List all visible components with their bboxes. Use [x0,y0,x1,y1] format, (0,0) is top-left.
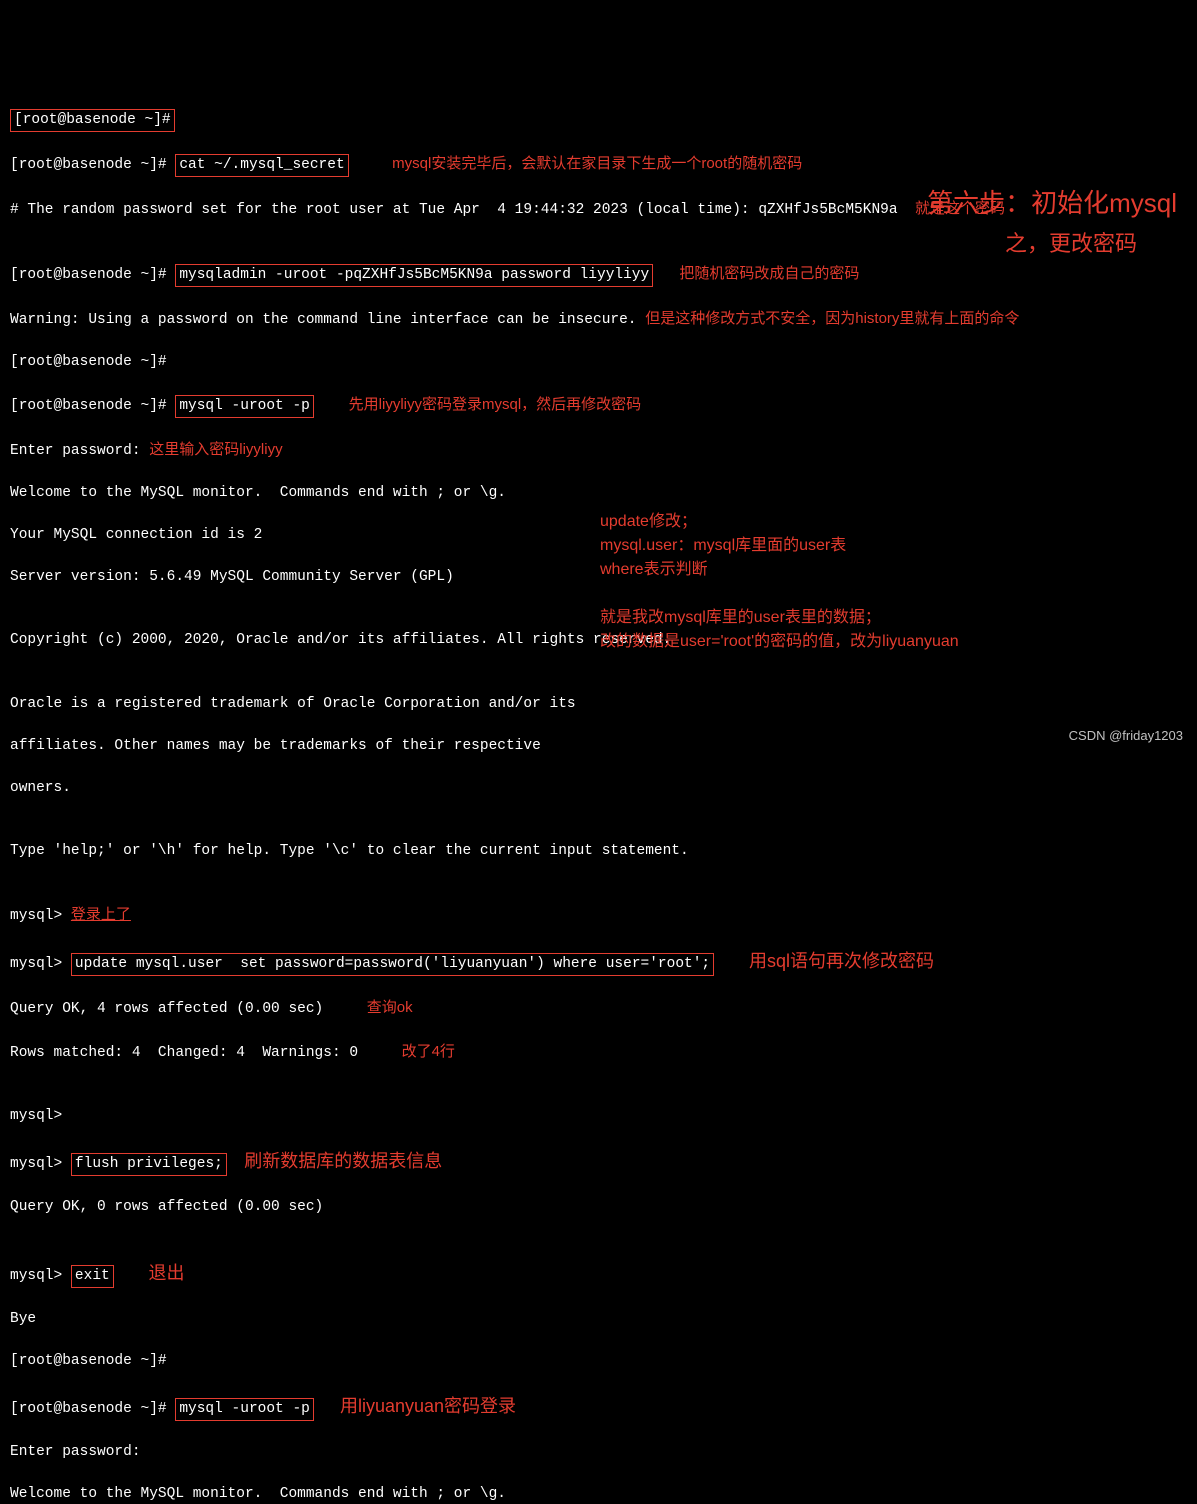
boxed-prompt: [root@basenode ~]# [10,109,175,132]
boxed-cmd: cat ~/.mysql_secret [175,154,348,177]
boxed-cmd: exit [71,1265,114,1288]
annotation: mysql安装完毕后，会默认在家目录下生成一个root的随机密码 [392,155,802,172]
boxed-cmd: update mysql.user set password=password(… [71,953,714,976]
term-line: Copyright (c) 2000, 2020, Oracle and/or … [10,630,1187,651]
term-line: affiliates. Other names may be trademark… [10,736,1187,757]
annotation: 用liyuanyuan密码登录 [340,1396,516,1416]
term-line: [root@basenode ~]# [10,352,1187,373]
annotation-subtitle: 之，更改密码 [1005,228,1137,260]
term-line: Warning: Using a password on the command… [10,308,1187,331]
annotation: 登录上了 [71,906,131,923]
boxed-cmd: mysql -uroot -p [175,1398,314,1421]
term-line: Welcome to the MySQL monitor. Commands e… [10,1484,1187,1504]
term-line: Your MySQL connection id is 2 [10,525,1187,546]
term-line: Rows matched: 4 Changed: 4 Warnings: 0 改… [10,1041,1187,1064]
term-line: mysql> flush privileges; 刷新数据库的数据表信息 [10,1148,1187,1176]
term-line: Oracle is a registered trademark of Orac… [10,694,1187,715]
annotation: 但是这种修改方式不安全，因为history里就有上面的命令 [645,310,1019,327]
watermark: CSDN @friday1203 [1069,727,1183,746]
boxed-cmd: mysql -uroot -p [175,395,314,418]
boxed-cmd: flush privileges; [71,1153,227,1176]
annotation-title: 第六步：初始化mysql [927,185,1177,223]
term-line: Enter password: [10,1442,1187,1463]
annotation: 改了4行 [402,1043,455,1060]
term-line: mysql> 登录上了 [10,904,1187,927]
annotation: 先用liyyliyy密码登录mysql，然后再修改密码 [349,396,642,413]
term-line: [root@basenode ~]# mysql -uroot -p 先用liy… [10,394,1187,418]
term-line: Enter password: 这里输入密码liyyliyy [10,439,1187,462]
term-line: Query OK, 0 rows affected (0.00 sec) [10,1197,1187,1218]
boxed-cmd: mysqladmin -uroot -pqZXHfJs5BcM5KN9a pas… [175,264,653,287]
term-line: [root@basenode ~]# mysql -uroot -p 用liyu… [10,1393,1187,1421]
annotation: 把随机密码改成自己的密码 [679,265,859,282]
term-line: mysql> [10,1106,1187,1127]
term-line: Server version: 5.6.49 MySQL Community S… [10,567,1187,588]
annotation: 用sql语句再次修改密码 [749,951,934,971]
term-line: mysql> exit 退出 [10,1260,1187,1288]
term-line: owners. [10,778,1187,799]
annotation: 退出 [149,1263,185,1283]
term-line: Query OK, 4 rows affected (0.00 sec) 查询o… [10,997,1187,1020]
term-line: [root@basenode ~]# [10,1351,1187,1372]
term-line: [root@basenode ~]# mysqladmin -uroot -pq… [10,263,1187,287]
annotation-block: update修改； mysql.user：mysql库里面的user表 wher… [600,510,959,654]
term-line: Welcome to the MySQL monitor. Commands e… [10,483,1187,504]
annotation: 查询ok [367,999,413,1016]
term-line: Type 'help;' or '\h' for help. Type '\c'… [10,841,1187,862]
annotation: 刷新数据库的数据表信息 [244,1151,442,1171]
term-line: Bye [10,1309,1187,1330]
term-line: [root@basenode ~]# [10,109,1187,132]
annotation: 这里输入密码liyyliyy [149,441,282,458]
term-line: mysql> update mysql.user set password=pa… [10,948,1187,976]
term-line: [root@basenode ~]# cat ~/.mysql_secret m… [10,153,1187,177]
